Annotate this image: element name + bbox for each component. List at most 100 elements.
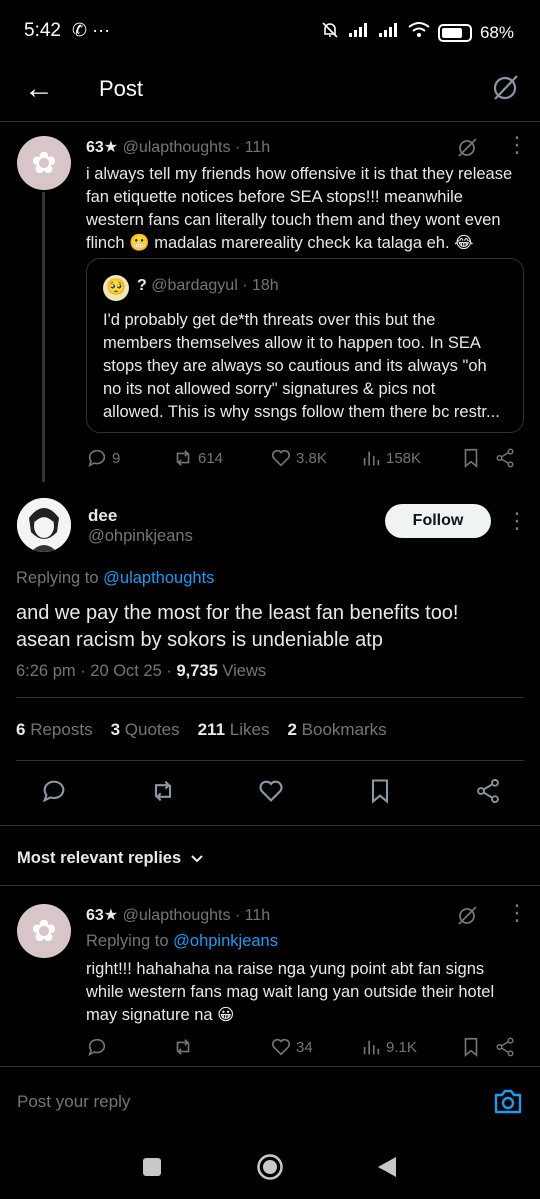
stat-label: Bookmarks [301, 720, 387, 739]
views-count: 9.1K [386, 1038, 417, 1056]
views-count: 158K [386, 449, 422, 467]
views-count: 9,735 [176, 662, 218, 680]
system-nav-bar [0, 1134, 540, 1199]
quote-text-line: stops they are always so cautious and it… [103, 357, 487, 375]
post-text-line: fan etiquette notices before SEA stops!!… [86, 188, 463, 206]
reposts-stat[interactable]: 6 Reposts [16, 720, 93, 740]
mute-icon [320, 20, 340, 45]
views-icon [363, 451, 380, 466]
status-time: 5:42 [24, 20, 61, 41]
views-icon [363, 1040, 380, 1055]
reply-meta: 63★ @ulapthoughts · 11h [86, 905, 270, 925]
bookmark-button[interactable] [460, 1036, 494, 1058]
reply-composer[interactable]: Post your reply [0, 1066, 540, 1134]
quote-text-line: members themselves allow it to happen to… [103, 334, 481, 352]
back-arrow-icon[interactable]: ← [24, 72, 54, 106]
replying-to-link[interactable]: @ulapthoughts [103, 569, 214, 587]
share-button[interactable] [494, 1036, 516, 1058]
bookmark-icon [464, 1037, 478, 1058]
bookmarks-stat[interactable]: 2 Bookmarks [287, 720, 386, 740]
display-name[interactable]: dee [88, 506, 117, 526]
more-options-icon[interactable]: ⋮ [506, 902, 528, 924]
repost-button[interactable]: 614 [172, 447, 270, 469]
divider [0, 825, 540, 826]
avatar[interactable] [17, 498, 71, 552]
heart-icon[interactable] [257, 777, 285, 805]
user-handle[interactable]: @ulapthoughts [123, 907, 231, 924]
reply-actions: 34 9.1K [86, 1036, 516, 1058]
repost-count: 614 [198, 449, 224, 467]
post-time: · 11h [234, 907, 271, 924]
reply-input[interactable]: Post your reply [17, 1092, 130, 1112]
quote-avatar: 🥺 [103, 275, 129, 301]
likes-stat[interactable]: 211 Likes [198, 720, 270, 740]
replying-to: Replying to @ulapthoughts [16, 569, 214, 588]
timestamp[interactable]: 6:26 pm · 20 Oct 25 · [16, 662, 172, 680]
bookmark-icon[interactable] [366, 777, 394, 805]
sketch-avatar-icon [17, 498, 71, 552]
replying-to-link[interactable]: @ohpinkjeans [173, 932, 278, 950]
status-right-icons: 68% [320, 20, 514, 45]
reply-button[interactable]: 9 [86, 447, 172, 469]
avatar[interactable]: ✿ [17, 136, 71, 190]
grok-icon[interactable] [490, 72, 520, 102]
user-badge: 63★ [86, 139, 119, 156]
more-options-icon[interactable]: ⋮ [506, 510, 528, 532]
like-count: 3.8K [296, 449, 327, 467]
main-post-text: and we pay the most for the least fan be… [16, 600, 526, 654]
views-label: Views [222, 662, 267, 680]
user-handle[interactable]: @ulapthoughts [123, 139, 231, 156]
grok-icon[interactable] [456, 904, 478, 926]
replies-sort-dropdown[interactable]: Most relevant replies [17, 849, 205, 868]
engagement-stats: 6 Reposts 3 Quotes 211 Likes 2 Bookmarks [16, 720, 387, 740]
repost-icon[interactable] [149, 777, 177, 805]
main-post-text-line: asean racism by sokors is undeniable atp [16, 629, 383, 651]
post-text-line: flinch 😬 madalas marereality check ka ta… [86, 234, 474, 252]
reply-icon [88, 449, 106, 467]
post-text: i always tell my friends how offensive i… [86, 163, 526, 255]
reply-text-line: right!!! hahahaha na raise nga yung poin… [86, 960, 485, 978]
reply-button[interactable] [86, 1036, 172, 1058]
follow-button[interactable]: Follow [385, 504, 491, 538]
grok-icon[interactable] [456, 136, 478, 158]
more-options-icon[interactable]: ⋮ [506, 134, 528, 156]
quoted-post[interactable]: 🥺 ? @bardagyul · 18h I'd probably get de… [86, 258, 524, 433]
views-button[interactable]: 158K [360, 447, 460, 469]
share-icon [496, 1037, 514, 1057]
avatar[interactable]: ✿ [17, 904, 71, 958]
status-bar: 5:42 ✆ ··· 68% [0, 0, 540, 62]
flower-avatar-icon: ✿ [31, 914, 57, 948]
repost-button[interactable] [172, 1036, 270, 1058]
reply-count: 9 [112, 449, 121, 467]
camera-icon[interactable] [493, 1087, 523, 1115]
signal-icon [348, 22, 370, 43]
page-title: Post [99, 76, 144, 101]
home-icon[interactable] [256, 1153, 284, 1181]
like-button[interactable]: 34 [270, 1036, 360, 1058]
quote-meta: ? @bardagyul · 18h [137, 277, 279, 295]
divider [16, 697, 524, 698]
main-post-text-line: and we pay the most for the least fan be… [16, 602, 459, 624]
battery-level: 68% [479, 22, 514, 42]
heart-icon [271, 449, 291, 467]
recents-icon[interactable] [143, 1158, 161, 1176]
main-post-actions [40, 777, 502, 805]
bookmark-button[interactable] [460, 447, 494, 469]
replying-prefix: Replying to [16, 569, 99, 587]
stat-label: Likes [229, 720, 270, 739]
share-icon [496, 448, 514, 468]
reply-icon[interactable] [40, 777, 68, 805]
quotes-stat[interactable]: 3 Quotes [111, 720, 180, 740]
signal-icon-2 [378, 22, 400, 43]
back-icon[interactable] [376, 1155, 398, 1179]
heart-icon [271, 1038, 291, 1056]
quote-text-line: I'd probably get de*th threats over this… [103, 311, 436, 329]
like-button[interactable]: 3.8K [270, 447, 360, 469]
battery-icon [437, 23, 472, 42]
quote-text: I'd probably get de*th threats over this… [103, 309, 513, 424]
stat-count: 2 [287, 720, 297, 739]
share-icon[interactable] [474, 777, 502, 805]
user-handle[interactable]: @ohpinkjeans [88, 527, 193, 546]
share-button[interactable] [494, 447, 516, 469]
views-button[interactable]: 9.1K [360, 1036, 460, 1058]
